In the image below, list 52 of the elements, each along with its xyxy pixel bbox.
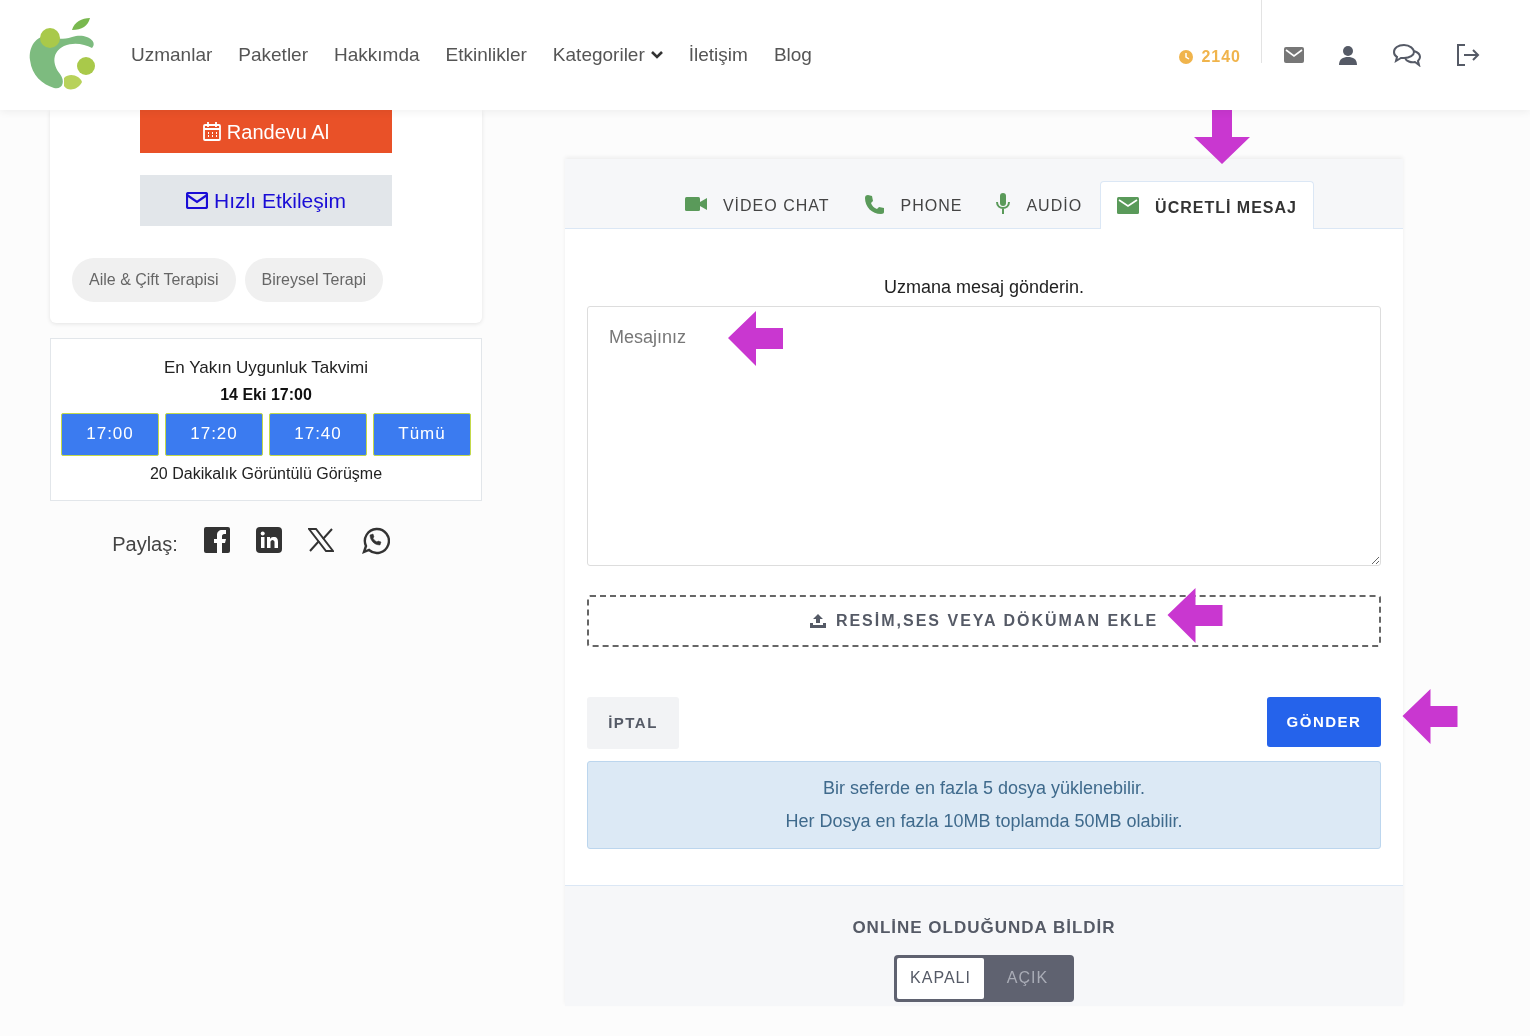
logout-icon[interactable] <box>1456 44 1480 66</box>
nav-link[interactable]: Uzmanlar <box>131 40 213 70</box>
next-slot: 14 Eki 17:00 <box>220 382 312 407</box>
send-button[interactable]: GÖNDER <box>1267 697 1381 747</box>
envelope-icon <box>186 192 209 209</box>
cancel-button[interactable]: İPTAL <box>587 697 679 749</box>
time-slot-button[interactable]: 17:00 <box>61 412 159 456</box>
nav-link[interactable]: Paketler <box>238 40 308 70</box>
chevron-down-icon <box>650 51 663 59</box>
quick-interaction-button[interactable]: Hızlı Etkileşim <box>140 175 392 226</box>
category-tag[interactable]: Aile & Çift Terapisi <box>72 258 236 302</box>
message-field[interactable]: Mesajınız <box>587 306 1381 566</box>
calendar-icon <box>202 122 221 141</box>
contact-tab[interactable]: VİDEO CHAT <box>668 180 846 228</box>
time-slot-button[interactable]: Tümü <box>373 412 471 456</box>
upload-icon <box>809 614 826 628</box>
annotation-arrow <box>1402 689 1458 744</box>
time-slot-button[interactable]: 17:20 <box>165 412 263 456</box>
credit-count: 2140 <box>1201 47 1241 67</box>
share-label: Paylaş: <box>112 531 178 557</box>
user-icon[interactable] <box>1338 45 1358 65</box>
annotation-arrow <box>1167 588 1223 643</box>
video-camera-icon <box>684 197 707 211</box>
info-text: Bir seferde en fazla 5 dosya yüklenebilir. <box>822 777 1146 800</box>
chat-icon[interactable] <box>1392 43 1422 67</box>
nav-dropdown[interactable]: Kategoriler <box>552 40 663 70</box>
annotation-arrow <box>728 311 783 366</box>
availability-title: En Yakın Uygunluk Takvimi <box>163 357 369 379</box>
x-icon[interactable] <box>307 527 334 552</box>
nav-link[interactable]: İletişim <box>688 40 748 70</box>
notify-title: ONLİNE OLDUĞUNDA BİLDİR <box>852 917 1116 939</box>
phone-icon <box>863 193 885 215</box>
info-text: Her Dosya en fazla 10MB toplamda 50MB olabilir. <box>785 810 1183 833</box>
appointment-button[interactable]: Randevu Al <box>140 110 392 153</box>
microphone-icon <box>996 193 1011 215</box>
linkedin-icon[interactable] <box>255 526 282 553</box>
clock-icon <box>1179 50 1194 64</box>
contact-tab[interactable]: ÜCRETLİ MESAJ <box>1100 181 1314 229</box>
toggle-option[interactable]: KAPALI <box>897 957 984 999</box>
contact-tab[interactable]: AUDİO <box>980 180 1099 228</box>
contact-tab[interactable]: PHONE <box>847 180 979 228</box>
category-tag[interactable]: Bireysel Terapi <box>244 258 384 302</box>
time-slot-button[interactable]: 17:40 <box>269 412 367 456</box>
envelope-icon <box>1117 197 1140 214</box>
annotation-arrow <box>1194 109 1250 164</box>
nav-link[interactable]: Etkinlikler <box>445 40 527 70</box>
form-prompt: Uzmana mesaj gönderin. <box>882 276 1086 299</box>
facebook-icon[interactable] <box>203 526 230 553</box>
nav-link[interactable]: Hakkımda <box>334 40 420 70</box>
session-note: 20 Dakikalık Görüntülü Görüşme <box>149 463 383 484</box>
mail-icon[interactable] <box>1284 47 1304 63</box>
nav-link[interactable]: Blog <box>773 40 812 70</box>
